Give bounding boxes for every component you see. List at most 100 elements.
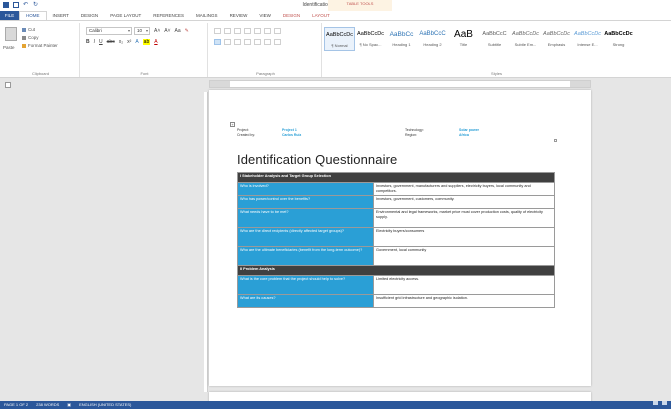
print-layout-icon[interactable]	[662, 401, 667, 405]
answer-cell[interactable]: Investors, government, manufacturers and…	[373, 182, 555, 196]
section-header[interactable]: II Problem Analysis	[237, 265, 555, 276]
line-spacing-icon[interactable]	[254, 39, 261, 45]
tab-mailings[interactable]: MAILINGS	[190, 11, 224, 20]
tab-home[interactable]: HOME	[19, 11, 47, 20]
bold-icon[interactable]: B	[86, 39, 90, 45]
created-value[interactable]: Carlos Ruiz	[282, 133, 301, 137]
paragraph-row-1	[214, 28, 281, 34]
answer-cell[interactable]: Government, local community	[373, 246, 555, 266]
style-subtle-emphasis[interactable]: AaBbCcDc Subtle Em...	[510, 27, 541, 51]
word-app-icon[interactable]	[3, 2, 9, 8]
style-name: Intense E...	[577, 42, 598, 47]
tab-file[interactable]: FILE	[0, 11, 19, 20]
document-page[interactable]: + Project: Project 1 Created by: Carlos …	[209, 90, 591, 386]
save-icon[interactable]	[13, 2, 19, 8]
proofing-icon[interactable]: ▣	[67, 401, 71, 409]
underline-icon[interactable]: U	[99, 39, 103, 45]
styles-group: AaBbCcDc ¶ Normal AaBbCcDc ¶ No Spac... Aa…	[324, 23, 669, 77]
superscript-icon[interactable]: x²	[127, 39, 131, 45]
align-center-icon[interactable]	[224, 39, 231, 45]
style-strong[interactable]: AaBbCcDc Strong	[603, 27, 634, 51]
questionnaire-table[interactable]: I Stakeholder Analysis and Target Group …	[237, 172, 555, 308]
format-painter-button[interactable]: Format Painter	[22, 43, 58, 48]
table-row: Who is involved? Investors, government, …	[237, 182, 555, 196]
table-move-handle-icon[interactable]: +	[230, 122, 235, 127]
numbering-icon[interactable]	[224, 28, 231, 34]
question-cell[interactable]: What are its causes?	[237, 294, 374, 308]
strikethrough-icon[interactable]: abc	[107, 39, 115, 45]
answer-cell[interactable]: Environmental and legal frameworks, mark…	[373, 208, 555, 228]
copy-button[interactable]: Copy	[22, 35, 39, 40]
bullets-icon[interactable]	[214, 28, 221, 34]
project-value[interactable]: Project 1	[282, 128, 297, 132]
style-heading-2[interactable]: AaBbCcC Heading 2	[417, 27, 448, 51]
technology-value[interactable]: Solar power	[459, 128, 479, 132]
word-count[interactable]: 238 WORDS	[36, 401, 59, 409]
tab-table-design[interactable]: DESIGN	[277, 11, 306, 20]
style-no-spacing[interactable]: AaBbCcDc ¶ No Spac...	[355, 27, 386, 51]
grow-font-icon[interactable]: A˄	[154, 28, 160, 34]
question-cell[interactable]: Who has power/control over the benefits?	[237, 195, 374, 209]
subscript-icon[interactable]: x₂	[119, 39, 123, 45]
question-cell[interactable]: Who are the direct recipients (directly …	[237, 227, 374, 247]
sort-icon[interactable]	[264, 28, 271, 34]
style-normal[interactable]: AaBbCcDc ¶ Normal	[324, 27, 355, 51]
text-effects-icon[interactable]: A	[135, 39, 138, 45]
format-painter-icon	[22, 43, 26, 48]
question-cell[interactable]: Who is involved?	[237, 182, 374, 196]
page-count[interactable]: PAGE 1 OF 2	[4, 401, 28, 409]
redo-icon[interactable]: ↻	[33, 2, 39, 8]
decrease-indent-icon[interactable]	[244, 28, 251, 34]
answer-cell[interactable]: Investors, government, customers, commun…	[373, 195, 555, 209]
undo-icon[interactable]: ↶	[23, 2, 29, 8]
tab-review[interactable]: REVIEW	[224, 11, 254, 20]
font-size-combo[interactable]: 10 ▾	[134, 27, 150, 35]
clear-format-icon[interactable]: ✎	[185, 28, 189, 34]
show-marks-icon[interactable]	[274, 28, 281, 34]
justify-icon[interactable]	[244, 39, 251, 45]
align-left-icon[interactable]	[214, 39, 221, 45]
font-color-icon[interactable]: A	[154, 39, 157, 45]
paste-label[interactable]: Paste	[3, 45, 15, 50]
tab-references[interactable]: REFERENCES	[147, 11, 190, 20]
content-control-handle[interactable]	[554, 139, 557, 142]
font-group-label: Font	[140, 71, 149, 76]
vertical-ruler[interactable]	[204, 92, 208, 392]
increase-indent-icon[interactable]	[254, 28, 261, 34]
section-header[interactable]: I Stakeholder Analysis and Target Group …	[237, 172, 555, 183]
project-label: Project:	[237, 128, 249, 132]
borders-icon[interactable]	[274, 39, 281, 45]
highlight-icon[interactable]: ab	[142, 39, 151, 45]
paste-icon[interactable]	[5, 27, 17, 41]
style-heading-1[interactable]: AaBbCc Heading 1	[386, 27, 417, 51]
tab-table-layout[interactable]: LAYOUT	[306, 11, 336, 20]
align-right-icon[interactable]	[234, 39, 241, 45]
style-intense-emphasis[interactable]: AaBbCcDc Intense E...	[572, 27, 603, 51]
tab-view[interactable]: VIEW	[253, 11, 277, 20]
answer-cell[interactable]: Electricity buyers/consumers	[373, 227, 555, 247]
answer-cell[interactable]: Limited electricity access.	[373, 275, 555, 295]
ruler-tab-selector[interactable]	[5, 82, 11, 88]
horizontal-ruler[interactable]	[209, 80, 591, 88]
answer-cell[interactable]: Insufficient grid infrastructure and geo…	[373, 294, 555, 308]
shrink-font-icon[interactable]: A˅	[164, 28, 170, 34]
cut-button[interactable]: Cut	[22, 27, 35, 32]
change-case-icon[interactable]: Aa	[175, 28, 181, 34]
italic-icon[interactable]: I	[94, 39, 95, 45]
question-cell[interactable]: What is the core problem that the projec…	[237, 275, 374, 295]
style-emphasis[interactable]: AaBbCcDc Emphasis	[541, 27, 572, 51]
tab-design[interactable]: DESIGN	[75, 11, 104, 20]
read-mode-icon[interactable]	[653, 401, 658, 405]
style-title[interactable]: AaB Title	[448, 27, 479, 51]
tab-insert[interactable]: INSERT	[47, 11, 75, 20]
font-name-combo[interactable]: Calibri ▾	[86, 27, 132, 35]
shading-icon[interactable]	[264, 39, 271, 45]
question-cell[interactable]: Who are the ultimate beneficiaries (bene…	[237, 246, 374, 266]
tab-page-layout[interactable]: PAGE LAYOUT	[104, 11, 147, 20]
question-cell[interactable]: What needs have to be met?	[237, 208, 374, 228]
style-subtitle[interactable]: AaBbCcC Subtitle	[479, 27, 510, 51]
region-value[interactable]: Africa	[459, 133, 469, 137]
language-indicator[interactable]: ENGLISH (UNITED STATES)	[79, 401, 131, 409]
document-heading[interactable]: Identification Questionnaire	[237, 152, 397, 167]
multilevel-list-icon[interactable]	[234, 28, 241, 34]
